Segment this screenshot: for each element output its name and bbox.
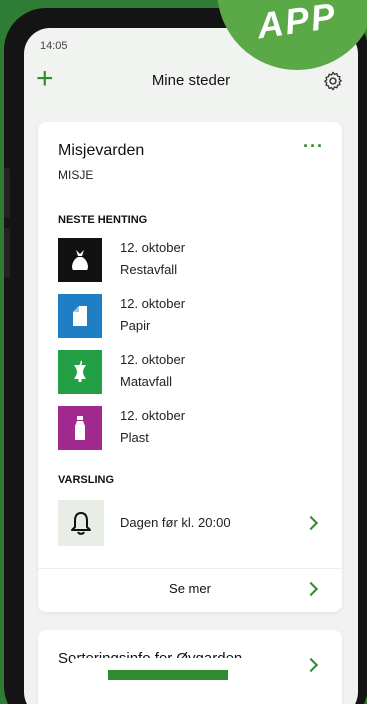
pickup-item: 12. oktober Papir: [58, 294, 318, 340]
pickup-item: 12. oktober Matavfall: [58, 350, 318, 396]
pickup-date: 12. oktober: [120, 240, 186, 255]
chevron-right-icon: [303, 515, 319, 531]
pickup-heading: NESTE HENTING: [58, 214, 148, 226]
paper-icon: [58, 294, 102, 338]
notification-text: Dagen før kl. 20:00: [120, 515, 231, 530]
location-name: Misjevarden: [58, 142, 145, 159]
gear-icon[interactable]: [322, 70, 344, 92]
bottom-pill: [108, 670, 228, 680]
see-more-button[interactable]: Se mer: [38, 581, 342, 596]
more-options-button[interactable]: ···: [303, 136, 324, 157]
pickup-date: 12. oktober: [120, 408, 186, 423]
side-button: [4, 228, 10, 278]
pickup-date: 12. oktober: [120, 296, 186, 311]
side-button: [4, 168, 10, 218]
pickup-date: 12. oktober: [120, 352, 186, 367]
trash-bag-icon: [58, 238, 102, 282]
pickup-item: 12. oktober Restavfall: [58, 238, 318, 284]
location-card: Misjevarden MISJE ··· NESTE HENTING 12. …: [38, 122, 342, 612]
status-time: 14:05: [40, 40, 68, 52]
chevron-right-icon: [303, 657, 319, 673]
pickup-type: Restavfall: [120, 262, 178, 277]
page-title: Mine steder: [151, 72, 231, 89]
apple-core-icon: [58, 350, 102, 394]
notification-row[interactable]: Dagen før kl. 20:00: [58, 500, 328, 546]
location-subtitle: MISJE: [58, 168, 94, 182]
phone-frame: 14:05 + Mine steder Misjevarden MISJE ··…: [4, 8, 367, 704]
bell-icon: [58, 500, 104, 546]
app-badge-label: APP: [254, 0, 340, 47]
pickup-type: Plast: [120, 430, 149, 445]
pickup-type: Matavfall: [120, 374, 173, 389]
pickup-item: 12. oktober Plast: [58, 406, 318, 452]
pickup-type: Papir: [120, 318, 151, 333]
divider: [38, 568, 342, 569]
notification-heading: VARSLING: [58, 474, 115, 486]
bottom-overlay: [72, 658, 268, 704]
phone-screen: 14:05 + Mine steder Misjevarden MISJE ··…: [24, 28, 358, 704]
plastic-bottle-icon: [58, 406, 102, 450]
